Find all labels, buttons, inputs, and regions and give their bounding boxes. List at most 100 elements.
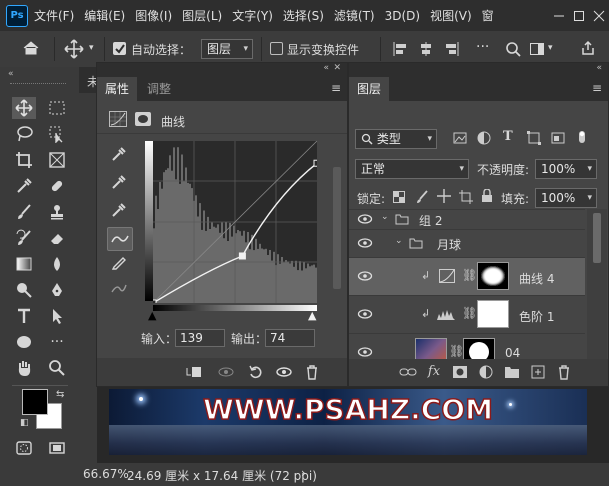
chain-link-icon[interactable]: ⛓ [462,268,477,282]
lock-artboard-icon[interactable] [459,190,473,207]
hand-tool-icon[interactable] [12,357,36,379]
filter-type-icon[interactable]: T [503,129,513,144]
search-icon[interactable] [505,41,521,60]
visibility-eye-icon[interactable] [357,237,373,251]
align-center-icon[interactable] [418,41,434,60]
curve-graph[interactable] [153,141,317,303]
filter-shape-icon[interactable] [527,131,541,148]
layer-row-image[interactable]: ⛓ 04 [349,333,585,359]
type-tool-icon[interactable] [12,305,36,327]
filter-adjustment-icon[interactable] [477,131,491,148]
gradient-tool-icon[interactable] [12,253,36,275]
canvas-image[interactable]: WWW.PSAHZ.COM [109,389,587,455]
ellipse-tool-icon[interactable] [12,331,36,353]
new-adjustment-icon[interactable] [477,363,495,381]
chevron-down-icon[interactable]: ⌄ [381,212,389,222]
dodge-tool-icon[interactable] [12,279,36,301]
new-layer-icon[interactable] [529,363,547,381]
layer-group-row[interactable]: ⌄ 组 2 [349,209,585,229]
menu-image[interactable]: 图像(I) [135,7,172,24]
close-icon[interactable]: ✕ [333,63,341,73]
eyedropper-white-icon[interactable] [107,199,131,221]
collapse-icon[interactable]: « [8,69,14,79]
workspace-icon[interactable] [529,41,545,60]
eyedropper-gray-icon[interactable] [107,171,131,193]
visibility-eye-icon[interactable] [357,213,373,227]
minimize-icon[interactable] [549,0,569,31]
layer-row-levels[interactable]: ↲ ⛓ 色阶 1 [349,295,585,333]
curve-control-point[interactable] [313,159,317,167]
blur-tool-icon[interactable] [45,253,69,275]
menu-layer[interactable]: 图层(L) [182,7,222,24]
tab-properties[interactable]: 属性 [97,77,138,101]
foreground-color-swatch[interactable] [22,389,48,415]
menu-filter[interactable]: 滤镜(T) [334,7,375,24]
fill-dropdown[interactable]: 100% ▾ [535,188,597,208]
panel-scrollbar[interactable] [333,167,341,289]
pen-tool-icon[interactable] [45,279,69,301]
more-options-icon[interactable]: ··· [476,39,489,55]
curve-point-tool-icon[interactable] [107,227,133,251]
opacity-dropdown[interactable]: 100% ▾ [535,159,597,179]
menu-window[interactable]: 窗 [482,7,494,24]
blend-mode-dropdown[interactable]: 正常 ▾ [355,159,469,179]
view-previous-icon[interactable] [217,363,235,381]
default-colors-icon[interactable]: ◧ [20,418,29,428]
input-value-field[interactable]: 139 [175,329,225,347]
menu-3d[interactable]: 3D(D) [385,9,420,23]
layer-mask-thumbnail[interactable] [477,262,509,290]
auto-select-checkbox[interactable] [113,42,126,55]
menu-edit[interactable]: 编辑(E) [84,7,125,24]
maximize-icon[interactable] [569,0,589,31]
collapse-icon[interactable]: « [596,63,602,73]
frame-tool-icon[interactable] [45,149,69,171]
link-layers-icon[interactable] [399,363,417,381]
delete-trash-icon[interactable] [303,363,321,381]
reset-icon[interactable] [247,363,265,381]
layer-group-row[interactable]: ⌄ 月球 [349,229,585,257]
clip-to-layer-icon[interactable] [185,363,203,381]
menu-file[interactable]: 文件(F) [34,7,74,24]
quick-mask-icon[interactable] [12,437,36,459]
panel-menu-icon[interactable]: ≡ [331,81,341,95]
menu-view[interactable]: 视图(V) [430,7,472,24]
eraser-tool-icon[interactable] [45,227,69,249]
lock-all-icon[interactable] [481,188,493,206]
path-select-icon[interactable] [45,305,69,327]
lock-pixels-icon[interactable] [415,190,429,207]
layer-filter-dropdown[interactable]: 类型 ▾ [355,129,437,149]
new-group-folder-icon[interactable] [503,363,521,381]
chain-link-icon[interactable]: ⛓ [462,306,477,320]
panel-grip[interactable] [10,83,66,87]
home-icon[interactable] [22,40,40,59]
filter-pixel-icon[interactable] [453,131,467,148]
share-icon[interactable] [580,40,596,59]
layer-mask-thumbnail[interactable] [463,338,495,359]
add-mask-icon[interactable] [451,363,469,381]
tab-adjustments[interactable]: 调整 [139,77,179,101]
align-left-icon[interactable] [392,41,408,60]
move-tool-icon[interactable] [64,39,84,62]
zoom-tool-icon[interactable] [45,357,69,379]
marquee-tool-icon[interactable] [45,97,69,119]
chain-link-icon[interactable]: ⛓ [449,344,464,358]
chevron-down-icon[interactable]: ⌄ [395,236,403,246]
curve-control-point[interactable] [238,252,246,260]
photoshop-logo[interactable]: Ps [6,4,28,27]
visibility-eye-icon[interactable] [275,363,293,381]
screen-mode-icon[interactable] [45,437,69,459]
delete-trash-icon[interactable] [555,363,573,381]
smooth-curve-icon[interactable] [107,277,131,299]
history-brush-icon[interactable] [12,227,36,249]
brush-tool-icon[interactable] [12,201,36,223]
eyedropper-black-icon[interactable] [107,143,131,165]
more-tools-icon[interactable]: ··· [45,331,69,353]
pencil-draw-icon[interactable] [107,251,131,273]
layer-style-fx-icon[interactable]: fx [425,362,443,380]
visibility-eye-icon[interactable] [357,270,373,284]
chevron-down-icon[interactable]: ▾ [548,43,553,53]
filter-smart-object-icon[interactable] [551,131,565,148]
show-transform-checkbox[interactable] [270,42,283,55]
layers-scrollbar[interactable] [593,213,601,263]
black-point-slider[interactable]: ▲ [148,309,156,322]
